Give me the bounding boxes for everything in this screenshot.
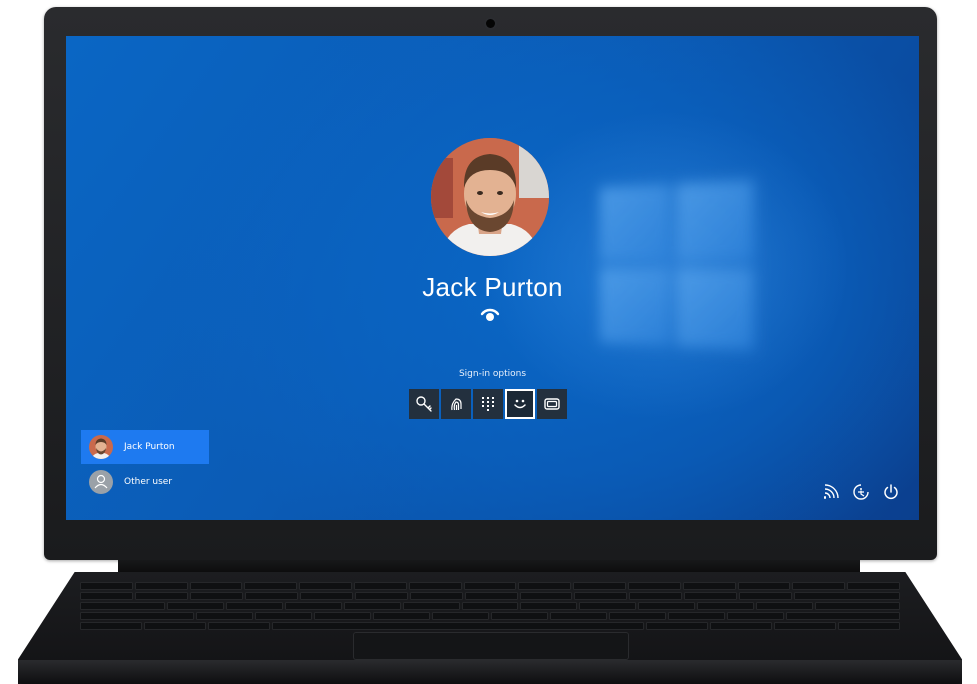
sign-in-options-label: Sign-in options	[458, 369, 527, 379]
pin-keypad-icon	[482, 397, 494, 411]
smart-card-icon	[544, 398, 560, 410]
avatar	[89, 435, 113, 459]
key-icon	[416, 396, 432, 412]
user-tile-label: Other user	[124, 477, 173, 487]
face-recognition-icon	[479, 304, 501, 326]
fingerprint-option[interactable]	[441, 389, 471, 419]
user-avatar	[431, 138, 549, 256]
security-key-option[interactable]	[409, 389, 439, 419]
pin-option[interactable]	[473, 389, 503, 419]
laptop-base-edge	[18, 660, 962, 684]
user-name: Jack Purton	[422, 272, 563, 302]
laptop-hinge	[118, 560, 860, 572]
ease-of-access-icon[interactable]	[851, 482, 871, 502]
network-icon[interactable]	[821, 482, 841, 502]
user-tile-jack-purton[interactable]: Jack Purton	[81, 430, 209, 464]
trackpad	[353, 632, 629, 660]
webcam	[486, 19, 495, 28]
laptop-lid: Jack Purton Sign-in options Jack Purton …	[44, 7, 937, 560]
power-icon[interactable]	[881, 482, 901, 502]
system-tray	[821, 482, 901, 502]
smart-card-option[interactable]	[537, 389, 567, 419]
lock-screen: Jack Purton Sign-in options Jack Purton …	[66, 36, 919, 520]
windows-logo-background	[599, 179, 754, 351]
keyboard	[78, 580, 902, 632]
fingerprint-icon	[451, 398, 462, 411]
face-option[interactable]	[505, 389, 535, 419]
face-icon	[514, 399, 526, 409]
user-tile-label: Jack Purton	[124, 442, 175, 452]
user-tile-other-user[interactable]: Other user	[81, 465, 209, 499]
generic-user-icon	[89, 470, 113, 494]
sign-in-options-bar	[409, 389, 567, 419]
